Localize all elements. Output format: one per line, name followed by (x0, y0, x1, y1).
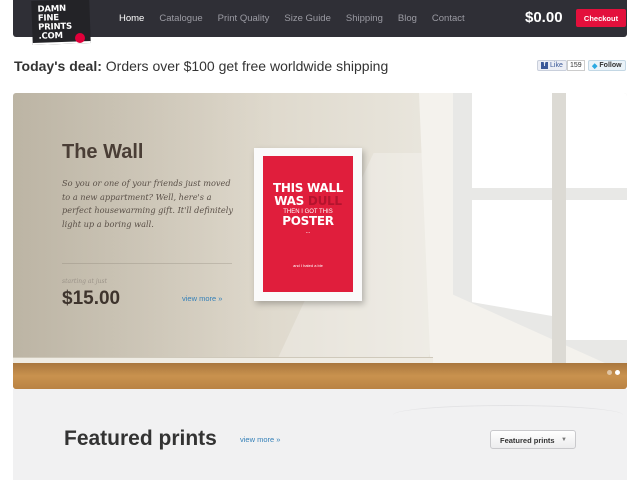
featured-sort-select[interactable]: Featured prints ▼ (490, 430, 576, 449)
window-pane (566, 93, 627, 188)
window-pane (566, 200, 627, 340)
top-navigation-bar: Home Catalogue Print Quality Size Guide … (13, 0, 627, 37)
cart-total[interactable]: $0.00 (525, 9, 563, 26)
window-pane (472, 93, 552, 188)
nav-item-contact[interactable]: Contact (432, 13, 465, 24)
featured-view-more-link[interactable]: view more » (240, 435, 280, 444)
wall-shade (13, 93, 273, 389)
divider (62, 263, 232, 264)
deal-text: Orders over $100 get free worldwide ship… (105, 58, 389, 74)
window-mullion (552, 93, 566, 373)
deal-label: Today's deal: (14, 58, 102, 74)
nav-item-blog[interactable]: Blog (398, 13, 417, 24)
featured-title: Featured prints (64, 427, 217, 450)
nav-item-home[interactable]: Home (119, 13, 144, 24)
chevron-down-icon: ▼ (561, 437, 567, 443)
poster-line: WAS DULL (274, 194, 342, 208)
hero-banner: THIS WALL WAS DULL THEN I GOT THIS POSTE… (13, 93, 627, 389)
select-value: Featured prints (500, 436, 555, 445)
hero-price: $15.00 (62, 288, 121, 309)
slider-dot-active[interactable] (615, 370, 620, 375)
wooden-floor (13, 363, 627, 389)
decorative-stroke (393, 405, 623, 425)
facebook-like-button[interactable]: f Like (537, 60, 567, 71)
checkout-button[interactable]: Checkout (576, 9, 626, 27)
todays-deal: Today's deal: Orders over $100 get free … (14, 58, 388, 74)
window-pane (472, 200, 552, 316)
nav-item-shipping[interactable]: Shipping (346, 13, 383, 24)
poster-signature: and I hated a ble (293, 263, 323, 268)
twitter-follow-button[interactable]: ◆ Follow (588, 60, 626, 71)
like-count: 159 (567, 60, 585, 71)
main-nav: Home Catalogue Print Quality Size Guide … (119, 13, 480, 24)
hero-title: The Wall (62, 141, 144, 163)
poster-dots: ... (305, 229, 311, 235)
twitter-bird-icon: ◆ (592, 62, 598, 70)
logo-badge-icon (75, 33, 85, 43)
follow-label: Follow (599, 62, 622, 69)
like-label: Like (550, 62, 563, 69)
nav-item-catalogue[interactable]: Catalogue (159, 13, 202, 24)
nav-item-print-quality[interactable]: Print Quality (218, 13, 270, 24)
poster-line: POSTER (282, 214, 334, 228)
facebook-icon: f (541, 62, 548, 69)
hero-description: So you or one of your friends just moved… (62, 178, 233, 229)
slider-dot[interactable] (607, 370, 612, 375)
poster-image[interactable]: THIS WALL WAS DULL THEN I GOT THIS POSTE… (263, 156, 353, 292)
slider-dots (607, 370, 620, 375)
hero-view-more-link[interactable]: view more » (182, 294, 222, 303)
nav-item-size-guide[interactable]: Size Guide (284, 13, 330, 24)
price-label: starting at just (62, 278, 107, 285)
